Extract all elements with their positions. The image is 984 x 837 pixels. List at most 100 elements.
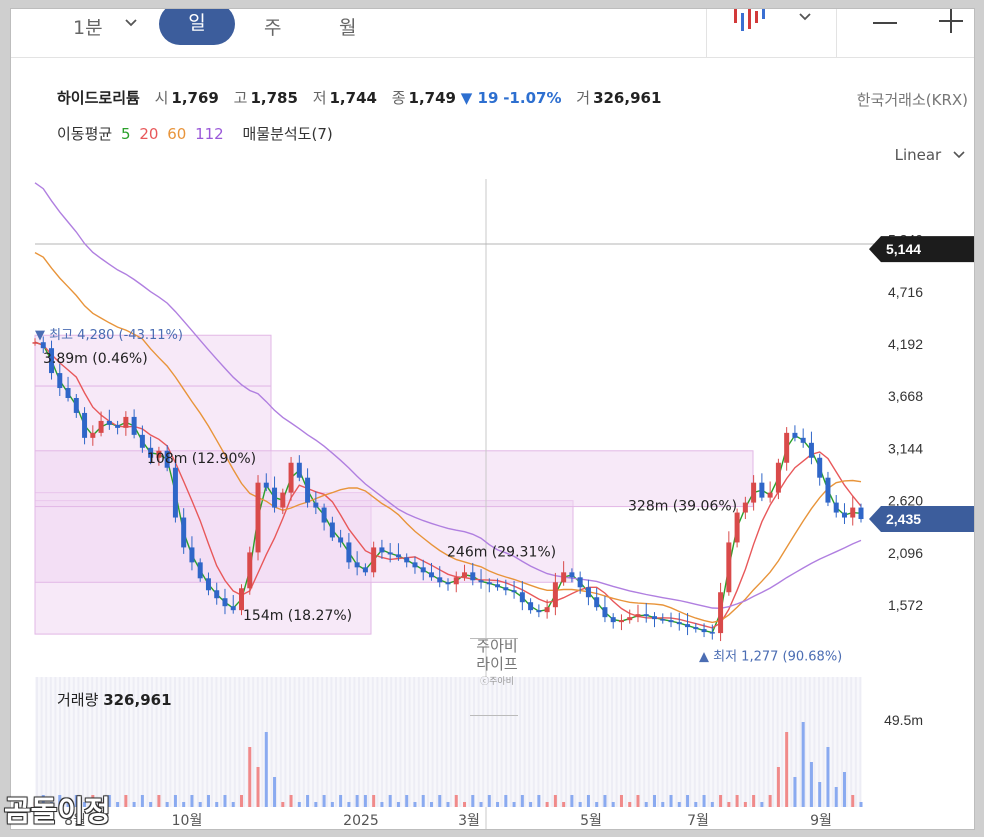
candle-body xyxy=(98,420,104,433)
volume-bar xyxy=(231,802,235,807)
volume-bar xyxy=(149,802,153,807)
volume-bar xyxy=(454,795,458,807)
candle-body xyxy=(82,412,88,438)
volume-bar xyxy=(355,795,359,807)
volume-bar xyxy=(388,795,392,807)
candle-body xyxy=(115,424,121,428)
volume-bar xyxy=(553,795,557,807)
candle-body xyxy=(214,590,220,599)
candle-body xyxy=(313,502,319,508)
volume-bar xyxy=(793,777,797,807)
volume-bar xyxy=(372,795,376,807)
volume-bar xyxy=(487,795,491,807)
candle-body xyxy=(825,477,831,503)
candle-body xyxy=(329,522,335,538)
volume-bar xyxy=(273,777,277,807)
y-axis-tick-label: 3,668 xyxy=(888,388,923,404)
volume-bar xyxy=(504,795,508,807)
volume-bar xyxy=(859,802,863,807)
candle-body xyxy=(635,614,641,618)
candle-body xyxy=(742,502,748,513)
candle-body xyxy=(693,627,699,630)
volume-axis-label: 49.5m xyxy=(884,712,923,728)
candle-body xyxy=(652,616,657,620)
volume-title-label: 거래량 xyxy=(57,691,99,709)
volume-bar xyxy=(809,762,813,807)
candle-body xyxy=(602,607,608,618)
volume-bar xyxy=(347,802,351,807)
volume-bar xyxy=(297,802,301,807)
candle-body xyxy=(775,462,781,493)
candle-body xyxy=(685,624,691,628)
candle-body xyxy=(528,602,534,611)
candle-body xyxy=(676,622,682,625)
candle-body xyxy=(288,462,294,493)
candle-body xyxy=(296,462,302,478)
candle-body xyxy=(569,572,575,578)
candle-body xyxy=(701,629,707,633)
candle-body xyxy=(759,482,765,498)
candle-body xyxy=(338,537,344,543)
volume-bar xyxy=(644,802,648,807)
volume-bar xyxy=(281,802,285,807)
volume-bar xyxy=(190,795,194,807)
candle-body xyxy=(197,562,203,579)
signature-watermark: 곰돌이정 xyxy=(4,794,111,828)
volume-profile-label: 108m (12.90%) xyxy=(147,451,256,467)
volume-bar xyxy=(322,795,326,807)
candle-body xyxy=(371,547,377,573)
candle-body xyxy=(718,592,724,634)
volume-bar xyxy=(330,802,334,807)
candle-body xyxy=(519,592,525,603)
volume-bar xyxy=(380,802,384,807)
volume-bar xyxy=(140,795,144,807)
candle-body xyxy=(833,502,839,513)
candle-body xyxy=(817,457,823,478)
volume-bar xyxy=(206,795,210,807)
candle-body xyxy=(239,588,244,611)
volume-bar xyxy=(182,802,186,807)
volume-bar xyxy=(512,802,516,807)
volume-bar xyxy=(826,747,830,807)
candle-body xyxy=(428,572,434,578)
candle-body xyxy=(552,582,558,608)
candle-body xyxy=(594,597,600,608)
volume-bar xyxy=(413,802,417,807)
volume-bar xyxy=(405,795,409,807)
candle-body xyxy=(106,420,112,425)
candle-body xyxy=(767,492,773,498)
candle-body xyxy=(503,587,509,591)
candle-body xyxy=(800,437,806,443)
candle-body xyxy=(272,487,278,508)
volume-bar xyxy=(463,802,467,807)
candle-body xyxy=(610,617,616,623)
volume-bar xyxy=(801,722,805,807)
x-axis-label: 5월 xyxy=(580,813,602,829)
candle-body xyxy=(544,607,550,613)
y-axis-tick-label: 1,572 xyxy=(888,597,923,613)
volume-bar xyxy=(578,802,582,807)
candle-body xyxy=(495,584,501,588)
candle-body xyxy=(420,567,426,573)
volume-bar xyxy=(727,802,731,807)
volume-bar xyxy=(702,795,706,807)
volume-bar xyxy=(471,795,475,807)
volume-bar xyxy=(223,795,227,807)
volume-bar xyxy=(396,802,400,807)
volume-profile-box xyxy=(34,500,574,583)
volume-bar xyxy=(719,795,723,807)
volume-bar xyxy=(818,782,822,807)
price-tag xyxy=(869,506,974,533)
volume-bar xyxy=(785,732,789,807)
volume-bar xyxy=(289,795,293,807)
y-axis-tick-label: 3,144 xyxy=(888,440,923,456)
volume-bar xyxy=(842,772,846,807)
volume-bar xyxy=(743,802,747,807)
volume-bar xyxy=(363,795,367,807)
candle-body xyxy=(453,577,459,585)
candle-body xyxy=(189,547,195,563)
candle-body xyxy=(643,614,649,617)
volume-bar xyxy=(446,802,450,807)
volume-bar xyxy=(496,802,500,807)
candle-body xyxy=(139,434,145,448)
